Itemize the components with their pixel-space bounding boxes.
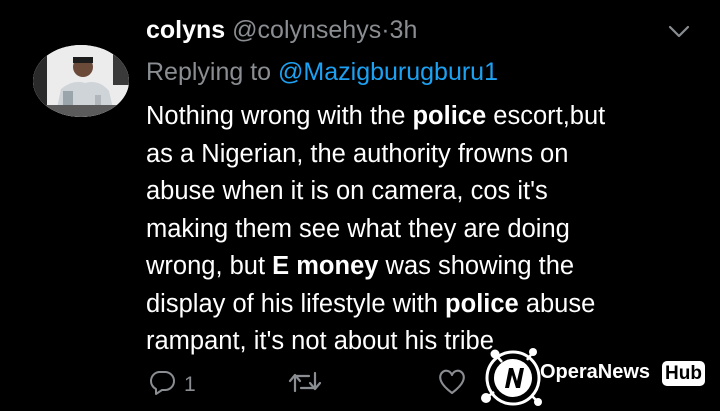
tweet-body-line: as a Nigerian, the authority frowns on bbox=[146, 136, 706, 174]
reply-icon[interactable] bbox=[148, 368, 176, 396]
body-text-segment: rampant, it's not about his tribe bbox=[146, 327, 494, 355]
reply-context: Replying to @Mazigburugburu1 bbox=[146, 54, 498, 90]
separator-dot: · bbox=[381, 16, 390, 44]
body-text-segment: as a Nigerian, the authority frowns on bbox=[146, 139, 569, 168]
avatar[interactable] bbox=[33, 45, 129, 117]
tweet-body-line: abuse when it is on camera, cos it's bbox=[146, 173, 706, 211]
watermark-badge: Hub bbox=[662, 361, 705, 386]
heart-icon[interactable] bbox=[437, 368, 467, 396]
highlighted-text: police bbox=[445, 289, 519, 318]
body-text-segment: wrong, but bbox=[146, 252, 273, 280]
body-text-segment: was showing the bbox=[378, 252, 575, 280]
watermark-brand: OperaNews bbox=[540, 361, 651, 383]
tweet-body-line: display of his lifestyle with police abu… bbox=[146, 286, 706, 324]
tweet-body-line: Nothing wrong with the police escort,but bbox=[146, 98, 706, 136]
highlighted-text: E money bbox=[272, 252, 379, 280]
timestamp[interactable]: 3h bbox=[390, 16, 418, 44]
reply-mention-link[interactable]: @Mazigburugburu1 bbox=[278, 58, 498, 86]
body-text-segment: Nothing wrong with the bbox=[146, 102, 413, 130]
body-text-segment: making them see what they are doing bbox=[146, 214, 570, 243]
body-text-segment: escort,but bbox=[486, 102, 606, 130]
highlighted-text: police bbox=[412, 102, 487, 130]
opera-news-logo-icon bbox=[481, 348, 542, 406]
opera-news-hub-watermark: OperaNews Hub bbox=[478, 342, 720, 411]
tweet-body-line: making them see what they are doing bbox=[146, 211, 706, 249]
author-handle[interactable]: @colynsehys bbox=[232, 16, 381, 44]
tweet-header: colyns @colynsehys·3h bbox=[146, 12, 417, 48]
body-text-segment: abuse when it is on camera, cos it's bbox=[146, 177, 548, 205]
body-text-segment: abuse bbox=[518, 289, 596, 318]
author-name[interactable]: colyns bbox=[146, 16, 225, 44]
reply-count: 1 bbox=[184, 373, 196, 396]
tweet-body: Nothing wrong with the police escort,but… bbox=[146, 98, 706, 361]
tweet: colyns @colynsehys·3h Replying to @Mazig… bbox=[0, 0, 720, 411]
reply-prefix: Replying to bbox=[146, 58, 272, 86]
tweet-body-line: wrong, but E money was showing the bbox=[146, 248, 706, 286]
body-text-segment: display of his lifestyle with bbox=[146, 289, 446, 318]
retweet-icon[interactable] bbox=[287, 368, 323, 396]
chevron-down-icon[interactable] bbox=[664, 22, 694, 42]
avatar-photo bbox=[33, 45, 129, 117]
